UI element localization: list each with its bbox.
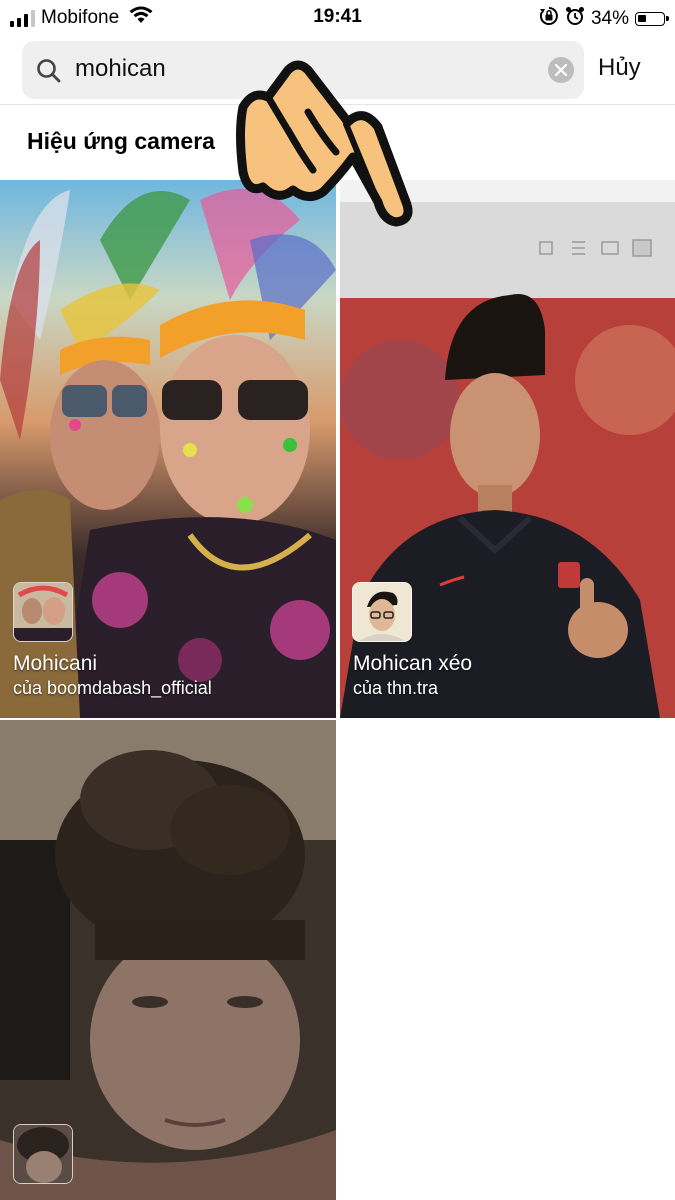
cancel-button[interactable]: Hủy [598, 54, 641, 82]
effect-name: Mohican xéo [353, 652, 473, 675]
search-input[interactable]: mohican [75, 55, 166, 83]
clear-search-button[interactable] [548, 57, 574, 83]
battery-percent: 34% [590, 8, 629, 29]
effect-label: Mohican xéo của thn.tra [353, 652, 472, 699]
effect-tile-mohican-xeo[interactable]: Mohican xéo của thn.tra [340, 180, 675, 718]
close-icon [555, 64, 567, 76]
effect-thumbnail [13, 582, 73, 642]
status-bar: Mobifone 19:41 34% [0, 0, 675, 34]
effect-label: Mohicani của boomdabash_official [13, 652, 212, 699]
effect-tile-mohicani[interactable]: Mohicani của boomdabash_official [0, 180, 336, 718]
orientation-lock-icon [539, 6, 559, 32]
battery-fill [638, 15, 646, 22]
effect-tile-3[interactable] [0, 720, 336, 1200]
section-title: Hiệu ứng camera [27, 128, 215, 154]
search-icon [36, 58, 62, 89]
effect-name: Mohicani [13, 652, 98, 675]
effect-author: của thn.tra [353, 678, 439, 698]
effect-thumbnail [13, 1124, 73, 1184]
alarm-icon [565, 6, 585, 32]
status-right: 34% [539, 6, 669, 32]
effect-thumbnail [352, 582, 412, 642]
pointing-hand-icon [236, 60, 413, 227]
battery-icon [635, 12, 669, 26]
effect-author: của boomdabash_official [13, 678, 212, 698]
